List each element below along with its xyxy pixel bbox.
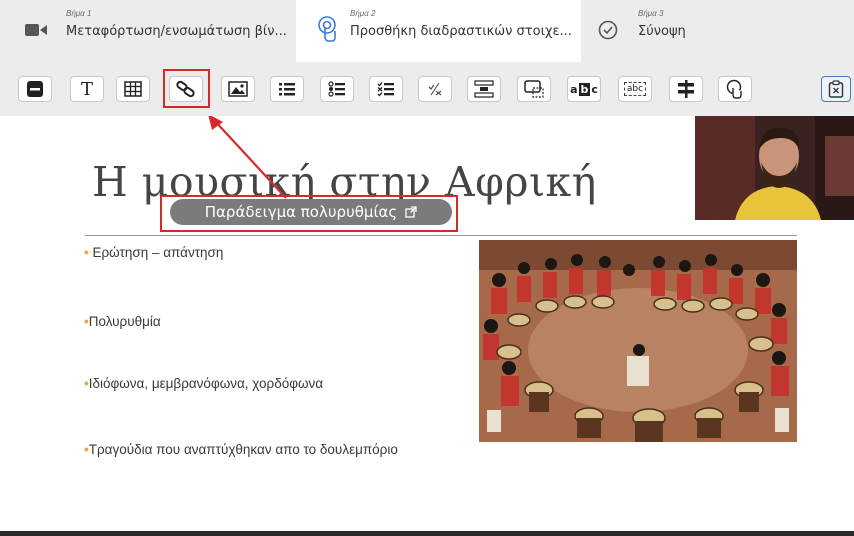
tab-step-2[interactable]: Βήμα 2 Προσθήκη διαδραστικών στοιχε... — [296, 0, 581, 62]
slide-canvas: Η μουσική στην Αφρική Παράδειγμα πολυρυθ… — [0, 116, 854, 536]
table-icon — [124, 81, 142, 97]
label-tool-button[interactable] — [18, 76, 52, 102]
fill-letter-box: b — [578, 82, 591, 96]
fill-letter: c — [591, 82, 598, 96]
checklist-icon — [377, 82, 394, 97]
table-tool-button[interactable] — [116, 76, 150, 102]
step-title: Σύνοψη — [638, 24, 686, 39]
bullet-item: •Πολυρυθμία — [84, 314, 161, 329]
hotspot-icon — [524, 80, 544, 98]
step-number: Βήμα 1 — [66, 9, 92, 18]
signpost-icon — [678, 80, 694, 98]
multiple-choice-tool-button[interactable] — [369, 76, 403, 102]
text-input-tool-button[interactable]: abc — [618, 76, 652, 102]
interaction-toolbar: T a b c abc — [0, 62, 854, 116]
bullet-item: •Ιδιόφωνα, μεμβρανόφωνα, χορδόφωνα — [84, 376, 324, 391]
true-false-icon — [428, 82, 442, 96]
paste-button[interactable] — [821, 76, 851, 102]
step-number: Βήμα 2 — [350, 9, 376, 18]
step-title: Μεταφόρτωση/ενσωμάτωση βίν... — [66, 24, 287, 39]
bullet-item: • Ερώτηση – απάντηση — [84, 245, 224, 260]
tab-step-1[interactable]: Βήμα 1 Μεταφόρτωση/ενσωμάτωση βίν... — [0, 0, 296, 62]
navigation-hotspot-tool-button[interactable] — [718, 76, 752, 102]
image-icon — [228, 81, 248, 97]
clipboard-icon — [828, 80, 844, 98]
step-tabs: Βήμα 1 Μεταφόρτωση/ενσωμάτωση βίν... Βήμ… — [0, 0, 854, 62]
true-false-tool-button[interactable] — [418, 76, 452, 102]
single-choice-icon — [328, 81, 345, 97]
crossroads-tool-button[interactable] — [669, 76, 703, 102]
tab-step-3[interactable]: Βήμα 3 Σύνοψη — [581, 0, 854, 62]
image-tool-button[interactable] — [221, 76, 255, 102]
abc-label: abc — [623, 82, 647, 96]
check-circle-icon — [598, 20, 618, 44]
bottom-border — [0, 531, 854, 536]
step-number: Βήμα 3 — [638, 9, 664, 18]
list-tool-button[interactable] — [270, 76, 304, 102]
label-icon — [27, 81, 43, 97]
bullet-item: •Τραγούδια που αναπτύχθηκαν απο το δουλε… — [84, 442, 398, 457]
touch-icon — [316, 15, 338, 47]
text-tool-button[interactable]: T — [70, 76, 104, 102]
drummers-photo — [479, 240, 797, 442]
step-title: Προσθήκη διαδραστικών στοιχε... — [350, 24, 572, 39]
bullet-marker: • — [84, 245, 89, 260]
touch-circle-icon — [726, 79, 742, 99]
drag-text-icon — [474, 80, 494, 98]
single-choice-tool-button[interactable] — [320, 76, 354, 102]
drag-drop-tool-button[interactable] — [467, 76, 501, 102]
fill-blanks-tool-button[interactable]: a b c — [567, 76, 601, 102]
hotspot-tool-button[interactable] — [517, 76, 551, 102]
link-tool-highlight — [163, 69, 210, 108]
list-icon — [279, 83, 295, 96]
webcam-overlay — [695, 116, 854, 220]
fill-letter: a — [570, 82, 578, 96]
video-camera-icon — [25, 22, 47, 42]
